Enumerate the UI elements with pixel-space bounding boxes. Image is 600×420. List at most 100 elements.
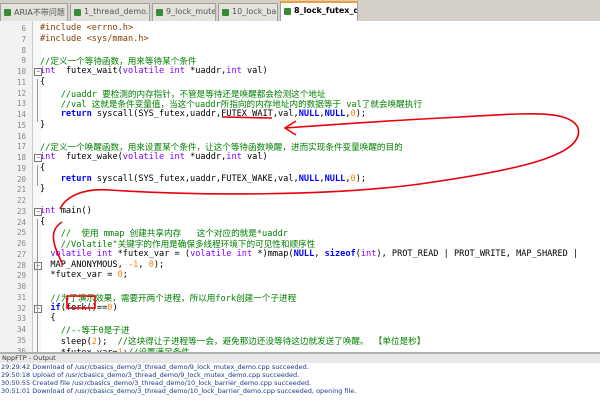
code-line[interactable]: { [40, 163, 45, 173]
tab-bar: ARIA不带问题 1_thread_demo.cpp 9_lock_mutex_de… [0, 0, 600, 22]
line-number-gutter: 6 7 8 9 10 11 12 13 14 15 16 17 18 19 20 21 22 23 24 25 26 27… [0, 21, 33, 352]
code-token: volatile int [122, 152, 185, 162]
code-token: { [40, 162, 46, 173]
line-number: 20 [16, 174, 26, 184]
code-token: MAP_ANONYMOUS, [40, 259, 128, 270]
code-token: syscall(SYS_futex,uaddr,FUTEX_WAIT,val, [91, 109, 299, 119]
line-number: 11 [16, 77, 26, 87]
tab-4[interactable]: 10_lock_barrier_demo.cpp [218, 3, 278, 21]
code-token: int [40, 152, 56, 162]
code-token: NULL [298, 109, 320, 119]
fold-guide-line [37, 164, 38, 187]
fold-toggle-icon[interactable]: − [34, 207, 42, 216]
code-token: val) [241, 66, 268, 76]
code-token: int [226, 152, 242, 162]
tab-2[interactable]: 1_thread_demo.cpp [70, 3, 150, 21]
code-token: int [226, 66, 242, 76]
tab-label: 1_thread_demo.cpp [84, 7, 149, 16]
code-token: int [40, 66, 56, 76]
code-token: val) [241, 152, 268, 162]
code-token: -1 [127, 259, 139, 270]
code-token: (fork()== [60, 302, 108, 313]
code-line[interactable]: return syscall(SYS_futex,uaddr,FUTEX_WAI… [40, 109, 366, 119]
tab-label: 10_lock_barrier_demo.cpp [232, 7, 278, 16]
file-icon [284, 8, 291, 15]
code-editor[interactable]: 6 7 8 9 10 11 12 13 14 15 16 17 18 19 20 21 22 23 24 25 26 27… [0, 21, 600, 352]
line-number: 22 [16, 196, 26, 205]
tab-label: 8_lock_futex_demo.cpp [294, 6, 357, 15]
line-number: 21 [16, 185, 26, 195]
code-line[interactable]: return syscall(SYS_futex,uaddr,FUTEX_WAK… [40, 174, 366, 184]
code-line[interactable]: { [40, 313, 56, 324]
line-number: 19 [16, 163, 26, 173]
line-number: 24 [16, 217, 26, 227]
line-number: 16 [16, 131, 26, 141]
line-number: 13 [16, 99, 26, 109]
code-line[interactable]: int main() [40, 206, 92, 216]
nppftp-output-panel: NppFTP - Output 29:29:42 Download of /us… [0, 352, 600, 420]
line-number: 30 [16, 282, 26, 291]
line-number: 29 [16, 271, 26, 281]
code-line[interactable]: #include <errno.h> [40, 23, 133, 33]
line-number: 8 [21, 45, 26, 55]
line-number: 17 [16, 142, 26, 152]
code-token: #include <sys/mman.h> [40, 33, 149, 44]
code-token: volatile int [190, 248, 253, 259]
code-token: syscall(SYS_futex,uaddr,FUTEX_WAKE,val, [91, 173, 299, 184]
code-token: NULL [293, 248, 315, 259]
line-number: 6 [21, 24, 26, 33]
line-number: 32 [16, 303, 26, 313]
code-token: ); [153, 259, 165, 270]
code-token: ), PROT_READ | PROT_WRITE, MAP_SHARED | [376, 248, 579, 259]
line-number: 34 [16, 325, 26, 334]
code-token: futex_wait( [55, 66, 123, 76]
code-line[interactable]: int futex_wake(volatile int *uaddr,int v… [40, 152, 268, 162]
code-token: { [40, 216, 46, 227]
code-line[interactable]: } [40, 184, 45, 194]
fold-toggle-icon[interactable]: − [34, 68, 42, 76]
code-line[interactable]: { [40, 217, 45, 227]
line-number: 7 [21, 34, 26, 44]
fold-toggle-icon[interactable]: − [34, 304, 42, 313]
code-token: *uaddr, [184, 152, 227, 162]
code-token: *futex_var = ( [112, 248, 191, 259]
line-number: 27 [16, 249, 26, 259]
code-token: , [314, 248, 325, 259]
line-number: 35 [16, 335, 26, 345]
code-token: } [40, 119, 46, 130]
fold-guide-line [37, 78, 38, 122]
code-token: ); [355, 173, 367, 184]
code-token: { [40, 313, 56, 324]
fold-toggle-icon[interactable]: − [34, 261, 42, 270]
fold-guide-line [37, 218, 38, 352]
code-token: NULL [298, 173, 320, 184]
code-token: main() [55, 205, 92, 216]
code-token: *futex_var = [40, 270, 118, 281]
code-line[interactable]: } [40, 120, 45, 130]
tab-1[interactable]: ARIA不带问题 [0, 3, 68, 21]
code-line[interactable]: *futex_var = 0; [40, 270, 128, 280]
code-line[interactable]: if(fork()==0) [40, 302, 117, 313]
fold-toggle-icon[interactable]: − [34, 154, 42, 162]
tab-label: ARIA不带问题 [14, 8, 65, 17]
code-token: return [60, 173, 92, 184]
code-token: *uaddr, [184, 66, 227, 76]
tab-3[interactable]: 9_lock_mutex_demo.cpp [152, 3, 216, 21]
line-number: 18 [16, 153, 26, 162]
tab-label: 9_lock_mutex_demo.cpp [166, 7, 216, 16]
code-token: return [60, 109, 92, 119]
line-number: 15 [16, 120, 26, 130]
file-icon [4, 9, 11, 16]
code-token: } [40, 184, 46, 195]
line-number: 9 [21, 56, 26, 66]
code-line[interactable]: #include <sys/mman.h> [40, 34, 149, 44]
line-number: 14 [16, 110, 26, 119]
code-line[interactable]: MAP_ANONYMOUS, -1, 0); [40, 260, 164, 270]
code-line[interactable]: int futex_wait(volatile int *uaddr,int v… [40, 66, 268, 76]
code-line[interactable]: volatile int *futex_var = (volatile int … [40, 249, 578, 259]
code-token: volatile int [122, 66, 185, 76]
code-token: #include <errno.h> [40, 23, 134, 33]
tab-5[interactable]: 8_lock_futex_demo.cpp [280, 1, 358, 21]
code-line[interactable]: { [40, 77, 45, 87]
